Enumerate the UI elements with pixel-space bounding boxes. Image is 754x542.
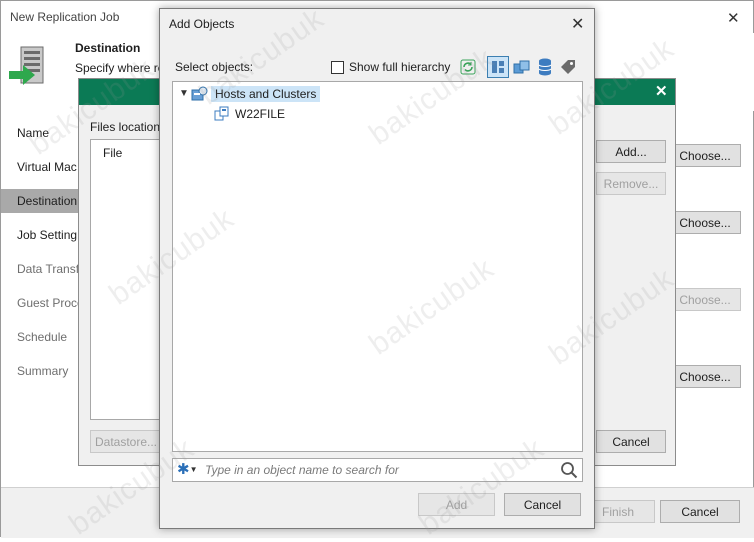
asterisk-filter-icon[interactable]: ✱▼ bbox=[177, 461, 198, 478]
wizard-title: New Replication Job bbox=[10, 10, 120, 24]
nav-item-schedule[interactable]: Schedule bbox=[1, 325, 79, 349]
files-list[interactable]: File bbox=[90, 139, 162, 420]
choose-button-2[interactable]: Choose... bbox=[669, 211, 741, 234]
choose-button-1[interactable]: Choose... bbox=[669, 144, 741, 167]
search-box: ✱▼ bbox=[172, 458, 583, 482]
show-full-hierarchy-label[interactable]: Show full hierarchy bbox=[349, 60, 450, 74]
search-input[interactable] bbox=[203, 461, 553, 479]
tags-view-icon[interactable] bbox=[557, 56, 579, 78]
nav-item-name[interactable]: Name bbox=[1, 121, 79, 145]
remove-file-button[interactable]: Remove... bbox=[596, 172, 666, 195]
close-icon[interactable]: ✕ bbox=[655, 82, 668, 100]
select-objects-label: Select objects: bbox=[175, 60, 254, 74]
add-file-button[interactable]: Add... bbox=[596, 140, 666, 163]
file-column-header: File bbox=[103, 146, 123, 160]
hosts-and-clusters-view-icon[interactable] bbox=[487, 56, 509, 78]
server-icon bbox=[213, 106, 231, 122]
mid-cancel-button[interactable]: Cancel bbox=[596, 430, 666, 453]
dialog-title: Add Objects bbox=[169, 17, 235, 31]
nav-item-guest-processing[interactable]: Guest Proce bbox=[1, 291, 79, 315]
wizard-close-icon[interactable]: ✕ bbox=[727, 9, 740, 27]
nav-item-virtual-machines[interactable]: Virtual Mac bbox=[1, 155, 79, 179]
choose-button-4[interactable]: Choose... bbox=[669, 365, 741, 388]
tree-item-hosts-and-clusters[interactable]: ▼ Hosts and Clusters bbox=[177, 84, 321, 103]
add-button[interactable]: Add bbox=[418, 493, 495, 516]
tree-item-w22file[interactable]: W22FILE bbox=[213, 104, 285, 123]
wizard-nav: Name Virtual Mac Destination Job Setting… bbox=[1, 111, 79, 491]
show-full-hierarchy-checkbox[interactable] bbox=[331, 61, 344, 74]
page-subtitle: Specify where re bbox=[75, 61, 165, 75]
add-objects-dialog: Add Objects ✕ Select objects: Show full … bbox=[159, 8, 595, 529]
refresh-icon[interactable] bbox=[457, 56, 479, 78]
choose-button-3[interactable]: Choose... bbox=[669, 288, 741, 311]
datastores-view-icon[interactable] bbox=[534, 56, 556, 78]
nav-item-summary[interactable]: Summary bbox=[1, 359, 79, 383]
files-location-label: Files location bbox=[90, 120, 161, 134]
nav-item-data-transfer[interactable]: Data Transf bbox=[1, 257, 79, 281]
wizard-cancel-button[interactable]: Cancel bbox=[660, 500, 740, 523]
cancel-button[interactable]: Cancel bbox=[504, 493, 581, 516]
tree-item-label: W22FILE bbox=[235, 106, 286, 121]
tree-item-label: Hosts and Clusters bbox=[211, 85, 321, 102]
search-icon[interactable] bbox=[560, 461, 578, 482]
nav-item-job-settings[interactable]: Job Setting bbox=[1, 223, 79, 247]
nav-item-destination[interactable]: Destination bbox=[1, 189, 79, 213]
objects-tree[interactable]: ▼ Hosts and Clusters W22FILE bbox=[172, 81, 583, 452]
replication-job-icon bbox=[9, 45, 55, 89]
page-title: Destination bbox=[75, 41, 141, 55]
chevron-down-icon[interactable]: ▼ bbox=[177, 88, 191, 99]
vms-and-templates-view-icon[interactable] bbox=[511, 56, 533, 78]
datastore-button[interactable]: Datastore... bbox=[90, 430, 162, 453]
close-icon[interactable]: ✕ bbox=[571, 14, 584, 34]
vcenter-icon bbox=[191, 86, 209, 102]
